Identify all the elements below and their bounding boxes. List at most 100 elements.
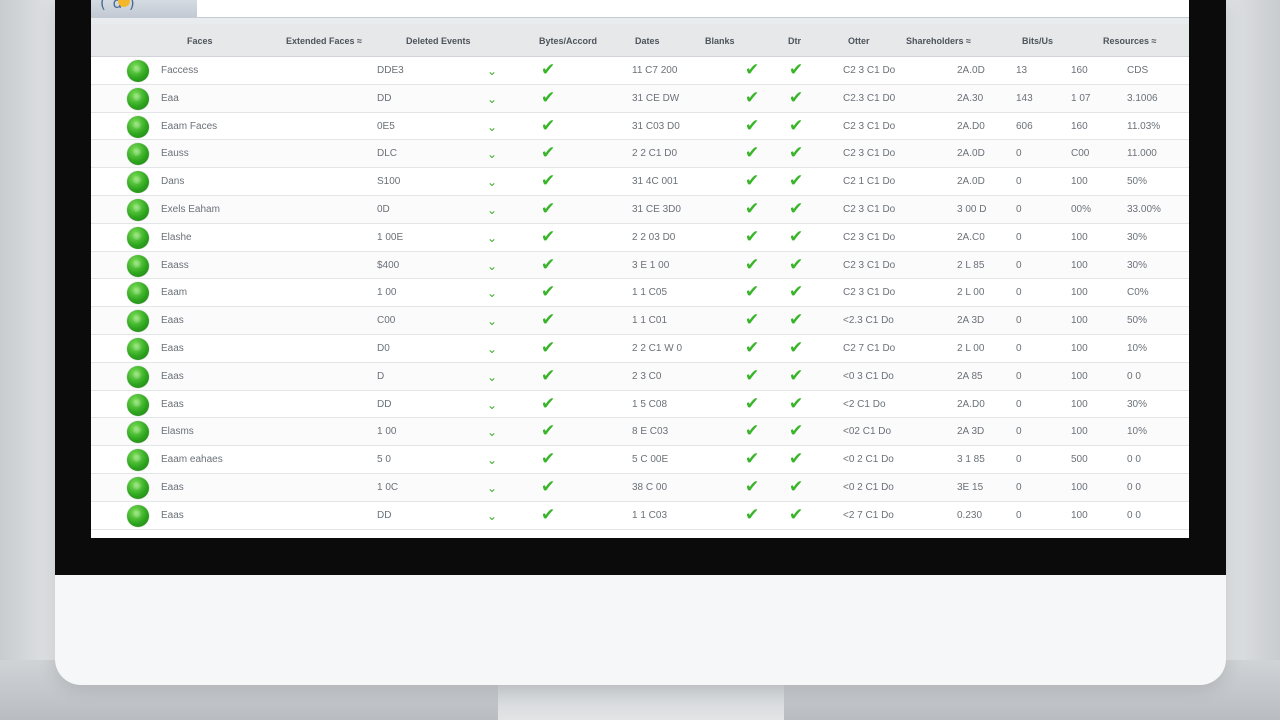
row-size: DD xyxy=(377,92,392,104)
expand-indicator-icon[interactable]: ⌄ xyxy=(487,502,497,529)
row-bits: 1 07 xyxy=(1071,92,1091,104)
check-icon: ✔ xyxy=(789,393,804,414)
expand-indicator-icon[interactable]: ⌄ xyxy=(487,363,497,390)
table-row[interactable]: Eaas DD ⌄ ✔ 1 5 C08 ✔ ✔ <2 C1 Do 2A.D0 0… xyxy=(91,391,1189,419)
expand-indicator-icon[interactable]: ⌄ xyxy=(487,391,497,418)
expand-indicator-icon[interactable]: ⌄ xyxy=(487,446,497,473)
check-icon: ✔ xyxy=(745,60,760,80)
row-count: 0 xyxy=(1016,370,1022,382)
check-icon: ✔ xyxy=(789,254,804,275)
row-sum: 2A 85 xyxy=(957,370,983,382)
table-row[interactable]: Eaass $400 ⌄ ✔ 3 E 1 00 ✔ ✔ C2 3 C1 Do 2… xyxy=(91,251,1189,280)
table-row[interactable]: Elasms 1 00 ⌄ ✔ 8 E C03 ✔ ✔ <02 C1 Do 2A… xyxy=(91,418,1189,447)
table-row[interactable]: Elashe 1 00E ⌄ ✔ 2 2 03 D0 ✔ ✔ C2 3 C1 D… xyxy=(91,224,1189,252)
expand-indicator-icon[interactable]: ⌄ xyxy=(487,168,497,195)
row-sum: 2 L 85 xyxy=(957,259,985,271)
expand-indicator-icon[interactable]: ⌄ xyxy=(487,335,497,362)
row-time: C2 3 C1 Do xyxy=(843,259,896,271)
check-icon: ✔ xyxy=(541,504,556,525)
col-header[interactable]: Otter xyxy=(848,24,870,56)
table-body: Faccess DDE3 ⌄ ✔ 11 C7 200 ✔ ✔ C2 3 C1 D… xyxy=(91,57,1189,530)
expand-indicator-icon[interactable]: ⌄ xyxy=(487,113,497,140)
expand-indicator-icon[interactable]: ⌄ xyxy=(487,474,497,501)
col-header[interactable]: Bits/Us xyxy=(1022,24,1053,56)
check-icon: ✔ xyxy=(745,337,760,358)
row-date: 38 C 00 xyxy=(632,481,668,493)
table-row[interactable]: Eaas D0 ⌄ ✔ 2 2 C1 W 0 ✔ ✔ C2 7 C1 Do 2 … xyxy=(91,335,1189,363)
row-bits: 160 xyxy=(1071,65,1088,76)
col-header[interactable]: Dates xyxy=(635,24,660,56)
check-icon: ✔ xyxy=(745,226,760,247)
table-row[interactable]: Eaam Faces 0E5 ⌄ ✔ 31 C03 D0 ✔ ✔ C2 3 C1… xyxy=(91,113,1189,141)
table-row[interactable]: Eaas 1 0C ⌄ ✔ 38 C 00 ✔ ✔ <0 2 C1 Do 3E … xyxy=(91,473,1189,502)
table-row[interactable]: Eaas D ⌄ ✔ 2 3 C0 ✔ ✔ <0 3 C1 Do 2A 85 0… xyxy=(91,362,1189,391)
table-row[interactable]: Eaas DD ⌄ ✔ 1 1 C03 ✔ ✔ <2 7 C1 Do 0.230… xyxy=(91,502,1189,530)
expand-indicator-icon[interactable]: ⌄ xyxy=(487,307,497,334)
col-header[interactable]: Faces xyxy=(187,24,213,56)
check-icon: ✔ xyxy=(789,87,804,108)
table-row[interactable]: Exels Eaham 0D ⌄ ✔ 31 CE 3D0 ✔ ✔ C2 3 C1… xyxy=(91,195,1189,224)
expand-indicator-icon[interactable]: ⌄ xyxy=(487,224,497,251)
col-header[interactable]: Deleted Events xyxy=(406,24,471,56)
table-row[interactable]: Faccess DDE3 ⌄ ✔ 11 C7 200 ✔ ✔ C2 3 C1 D… xyxy=(91,57,1189,85)
status-ok-icon xyxy=(127,282,149,305)
col-header[interactable]: Extended Faces ≈ xyxy=(286,24,362,56)
check-icon: ✔ xyxy=(541,476,556,497)
expand-indicator-icon[interactable]: ⌄ xyxy=(487,57,497,84)
row-percent: 10% xyxy=(1127,426,1148,438)
status-ok-icon xyxy=(127,365,149,388)
row-size: 0E5 xyxy=(377,120,395,132)
expand-indicator-icon[interactable]: ⌄ xyxy=(487,140,497,167)
check-icon: ✔ xyxy=(541,171,556,192)
expand-indicator-icon[interactable]: ⌄ xyxy=(487,279,497,306)
expand-indicator-icon[interactable]: ⌄ xyxy=(487,196,497,223)
table-row[interactable]: Eaas C00 ⌄ ✔ 1 1 C01 ✔ ✔ <2.3 C1 Do 2A 3… xyxy=(91,307,1189,335)
check-icon: ✔ xyxy=(745,171,760,192)
table-header: Faces Extended Faces ≈ Deleted Events By… xyxy=(91,24,1189,57)
row-name: Eaam eahaes xyxy=(161,454,223,466)
row-bits: 00% xyxy=(1071,203,1092,215)
row-name: Eaas xyxy=(161,509,184,521)
row-date: 1 1 C05 xyxy=(632,287,668,299)
row-sum: 3E 15 xyxy=(957,481,984,493)
col-header[interactable]: Blanks xyxy=(705,24,735,56)
row-sum: 2A.30 xyxy=(957,92,984,104)
expand-indicator-icon[interactable]: ⌄ xyxy=(487,85,497,112)
check-icon: ✔ xyxy=(541,254,556,275)
row-size: DLC xyxy=(377,148,398,160)
row-bits: 100 xyxy=(1071,231,1088,243)
check-icon: ✔ xyxy=(745,198,760,219)
check-icon: ✔ xyxy=(745,282,760,303)
status-ok-icon xyxy=(127,115,149,138)
col-header[interactable]: Dtr xyxy=(788,24,801,56)
col-header[interactable]: Bytes/Accord xyxy=(539,24,597,56)
row-percent: 0 0 xyxy=(1127,509,1141,521)
check-icon: ✔ xyxy=(789,282,804,303)
expand-indicator-icon[interactable]: ⌄ xyxy=(487,252,497,279)
check-icon: ✔ xyxy=(541,310,556,331)
check-icon: ✔ xyxy=(541,282,556,303)
row-time: C2 3 C1 Do xyxy=(843,148,896,160)
table-row[interactable]: Eauss DLC ⌄ ✔ 2 2 C1 D0 ✔ ✔ C2 3 C1 Do 2… xyxy=(91,140,1189,169)
row-size: 1 00 xyxy=(377,426,397,438)
table-row[interactable]: Eaa DD ⌄ ✔ 31 CE DW ✔ ✔ C2.3 C1 D0 2A.30… xyxy=(91,84,1189,113)
monitor-stand xyxy=(498,684,784,720)
table-row[interactable]: Eaam 1 00 ⌄ ✔ 1 1 C05 ✔ ✔ C2 3 C1 Do 2 L… xyxy=(91,279,1189,308)
row-count: 0 xyxy=(1016,315,1022,327)
check-icon: ✔ xyxy=(745,310,760,331)
row-bits: 100 xyxy=(1071,481,1088,493)
app-tab[interactable]: ( ɑ ) xyxy=(91,0,197,17)
table-row[interactable]: Eaam eahaes 5 0 ⌄ ✔ 5 C 00E ✔ ✔ <0 2 C1 … xyxy=(91,446,1189,474)
expand-indicator-icon[interactable]: ⌄ xyxy=(487,418,497,445)
check-icon: ✔ xyxy=(541,393,556,414)
col-header[interactable]: Resources ≈ xyxy=(1103,24,1156,56)
row-date: 2 2 C1 D0 xyxy=(632,148,678,160)
row-size: $400 xyxy=(377,259,400,271)
check-icon: ✔ xyxy=(745,449,760,470)
row-date: 2 3 C0 xyxy=(632,370,662,382)
row-sum: 2A.D0 xyxy=(957,398,985,410)
table-row[interactable]: Dans S100 ⌄ ✔ 31 4C 001 ✔ ✔ C2 1 C1 Do 2… xyxy=(91,168,1189,196)
row-name: Eaam Faces xyxy=(161,120,218,132)
col-header[interactable]: Shareholders ≈ xyxy=(906,24,971,56)
row-bits: 160 xyxy=(1071,120,1088,132)
